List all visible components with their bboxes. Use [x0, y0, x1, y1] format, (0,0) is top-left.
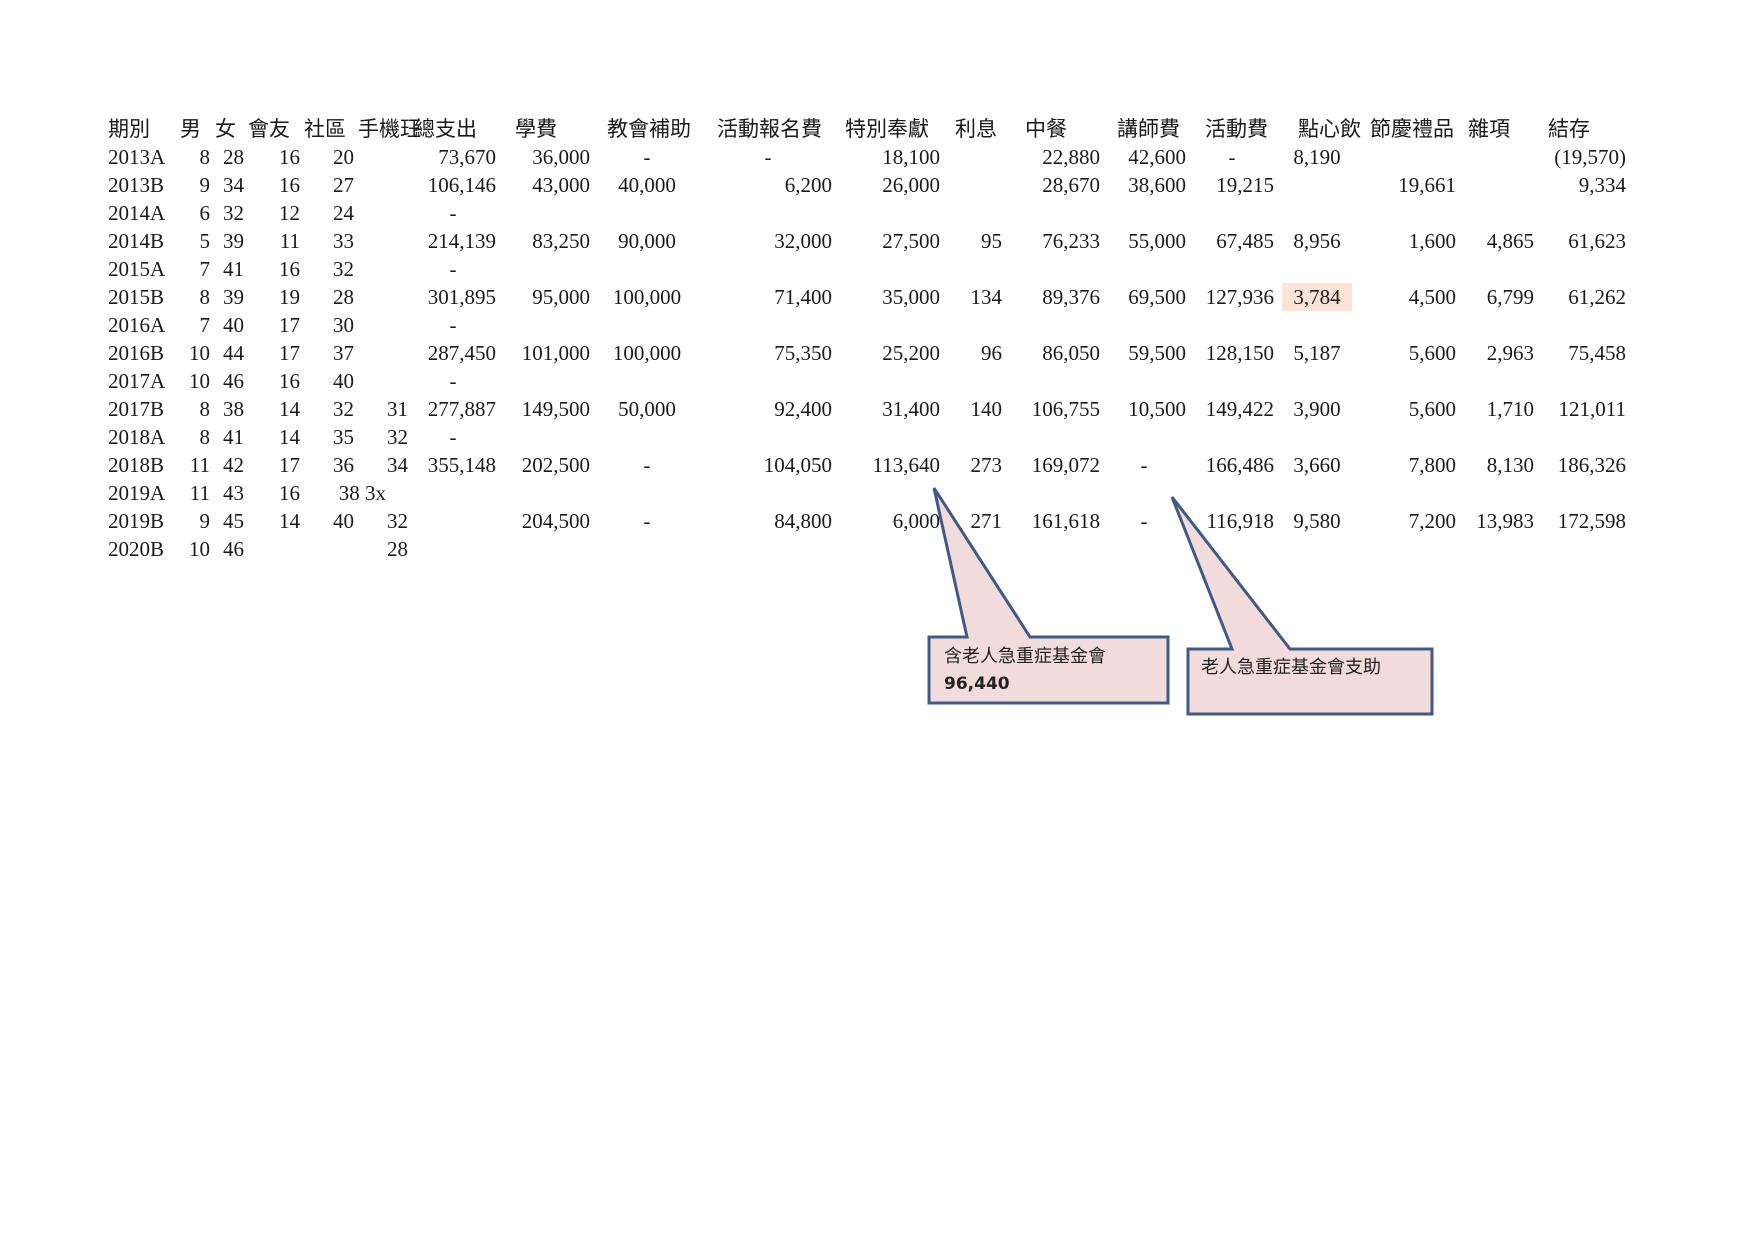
callout-shapes	[927, 487, 1434, 716]
callout-text-1: 含老人急重症基金會	[944, 646, 1106, 667]
callout-text-2: 老人急重症基金會支助	[1201, 657, 1381, 678]
callout-shape-lecturer-fee	[1170, 496, 1434, 716]
callout-amount-1: 96,440	[944, 674, 1010, 694]
callout-shape-special-donation	[927, 487, 1170, 705]
